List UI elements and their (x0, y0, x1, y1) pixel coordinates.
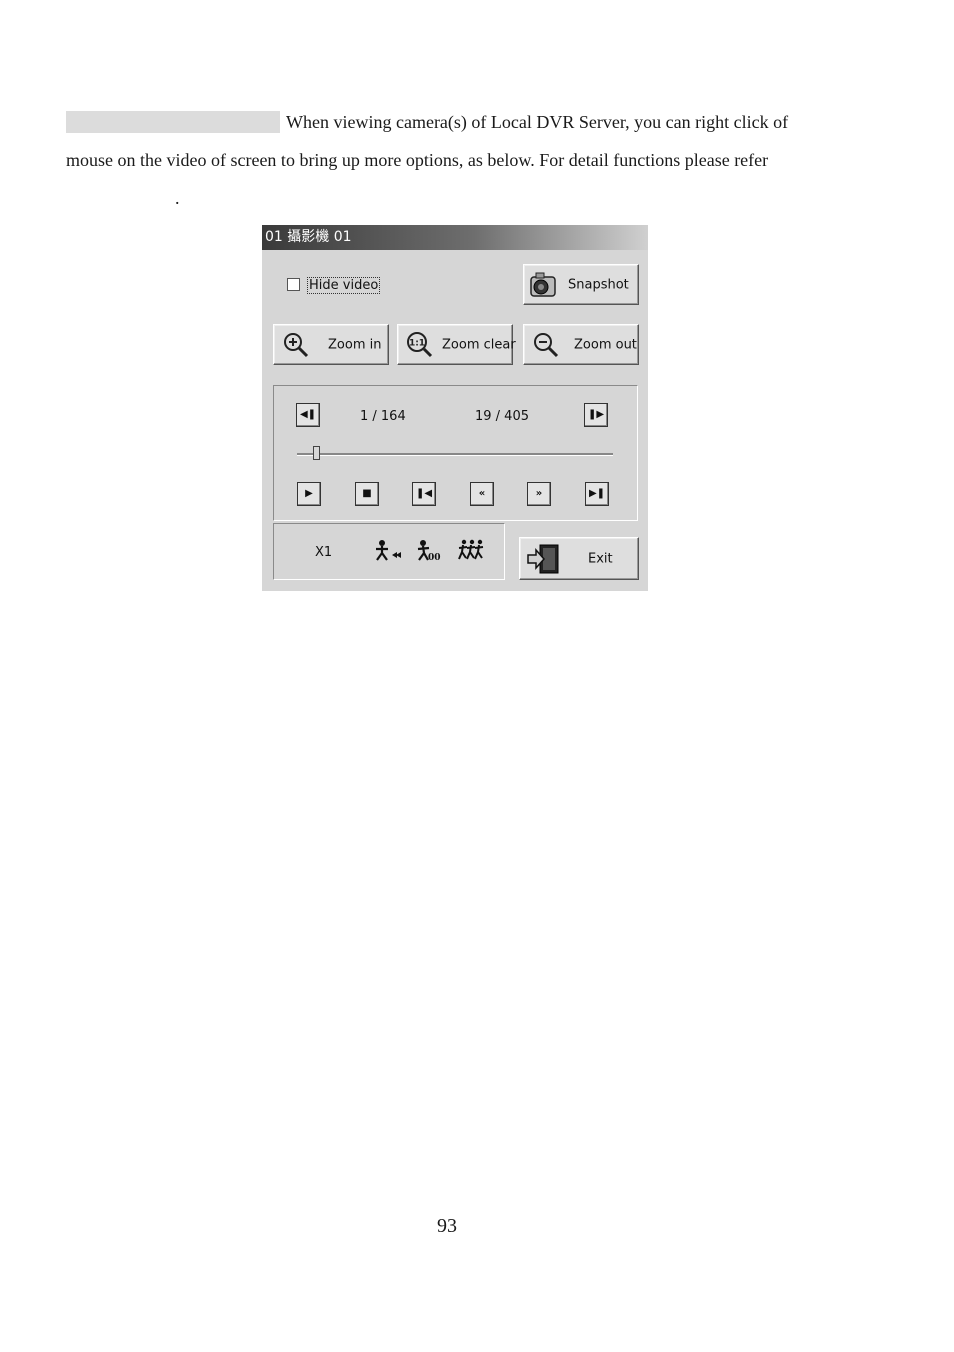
frame-counter-right: 19 / 405 (475, 409, 529, 424)
camera-icon (530, 272, 556, 297)
redacted-heading (66, 111, 280, 133)
zoom-out-icon (534, 333, 559, 358)
play-icon[interactable]: ▶ (297, 482, 321, 506)
playback-dialog: 01 攝影機 01 Hide video Snapshot Zoom in 1:… (262, 225, 648, 591)
zoom-out-label: Zoom out (574, 337, 637, 352)
rewind-icon[interactable]: « (470, 482, 494, 506)
exit-button[interactable]: Exit (519, 537, 639, 580)
zoom-in-button[interactable]: Zoom in (273, 324, 389, 365)
zoom-reset-icon: 1:1 (407, 332, 433, 358)
exit-door-icon (527, 544, 559, 574)
dialog-title: 01 攝影機 01 (262, 225, 648, 250)
step-back-icon[interactable]: ◀❚ (296, 403, 320, 427)
exit-label: Exit (588, 551, 613, 566)
svg-text:1:1: 1:1 (409, 339, 425, 349)
paragraph-line-3: . (175, 188, 180, 208)
zoom-clear-button[interactable]: 1:1 Zoom clear (397, 324, 516, 365)
snapshot-button[interactable]: Snapshot (523, 264, 639, 305)
stop-icon[interactable]: ■ (355, 482, 379, 506)
page-number: 93 (437, 1215, 457, 1237)
runners-icon[interactable] (458, 539, 486, 563)
svg-text:00: 00 (428, 553, 441, 563)
zoom-out-button[interactable]: Zoom out (523, 324, 639, 365)
zoom-in-label: Zoom in (328, 337, 382, 352)
speed-label: X1 (315, 545, 333, 560)
hide-video-label[interactable]: Hide video (307, 277, 381, 294)
fast-forward-icon[interactable]: » (527, 482, 551, 506)
hide-video-checkbox[interactable] (287, 278, 300, 291)
zoom-in-icon (284, 333, 309, 358)
paragraph-line-2: mouse on the video of screen to bring up… (66, 150, 769, 170)
paragraph-line-1: When viewing camera(s) of Local DVR Serv… (286, 112, 789, 132)
frame-counter-left: 1 / 164 (360, 409, 406, 424)
slow-walker-icon[interactable] (373, 539, 403, 563)
zoom-clear-label: Zoom clear (442, 337, 516, 352)
skip-first-icon[interactable]: ❚◀ (412, 482, 436, 506)
playback-slider-thumb[interactable] (312, 446, 320, 460)
snapshot-label: Snapshot (568, 277, 629, 292)
skip-last-icon[interactable]: ▶❚ (585, 482, 609, 506)
step-forward-icon[interactable]: ❚▶ (584, 403, 608, 427)
playback-slider-track[interactable] (297, 453, 613, 456)
walker-icon[interactable]: 00 (416, 539, 446, 563)
